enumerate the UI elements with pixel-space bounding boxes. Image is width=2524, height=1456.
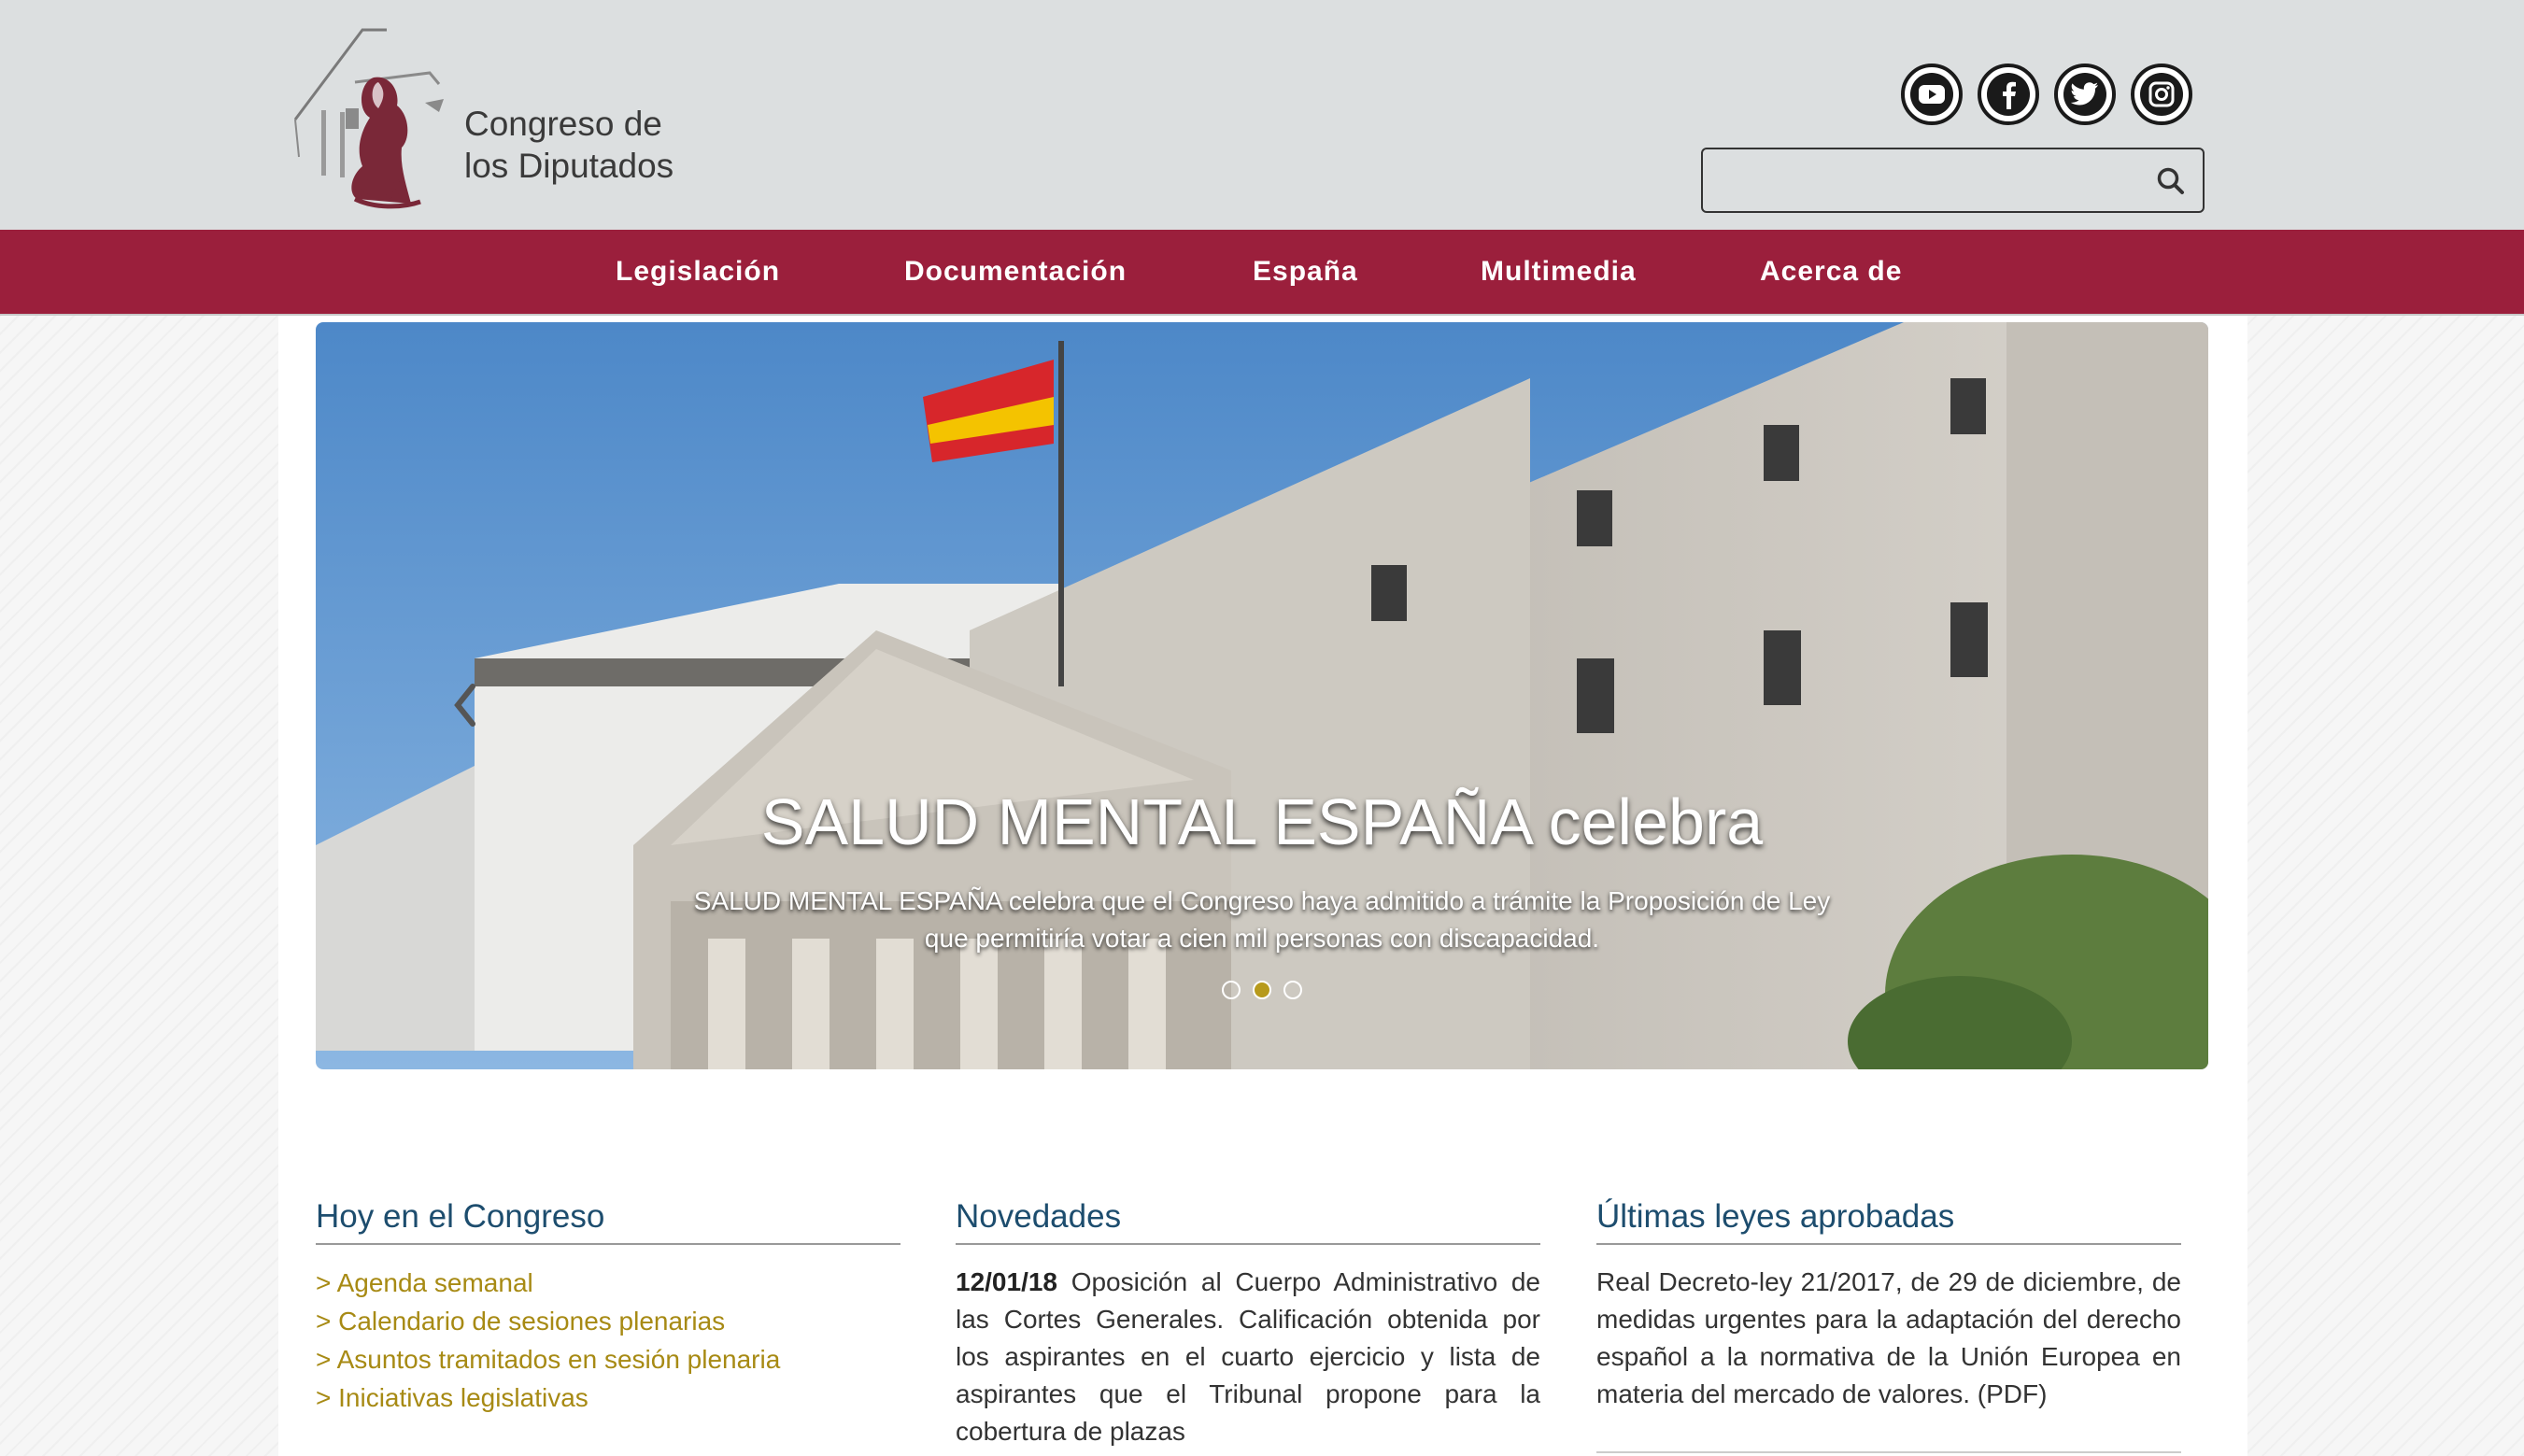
section-hoy-congreso: Hoy en el Congreso > Agenda semanal > Ca… bbox=[316, 1191, 900, 1417]
section-title: Novedades bbox=[956, 1191, 1540, 1245]
twitter-link[interactable] bbox=[2054, 64, 2116, 125]
section-novedades: Novedades 12/01/18 Oposición al Cuerpo A… bbox=[956, 1191, 1540, 1450]
novedad-date: 12/01/18 bbox=[956, 1267, 1057, 1296]
divider bbox=[1596, 1451, 2181, 1453]
section-title: Hoy en el Congreso bbox=[316, 1191, 900, 1245]
youtube-icon bbox=[1910, 73, 1953, 116]
slide-caption: SALUD MENTAL ESPAÑA celebra que el Congr… bbox=[693, 886, 1831, 953]
link-calendario-sesiones[interactable]: > Calendario de sesiones plenarias bbox=[316, 1302, 900, 1340]
nav-documentacion[interactable]: Documentación bbox=[904, 230, 1127, 314]
ley-item[interactable]: Real Decreto-ley 21/2017, de 29 de dicie… bbox=[1596, 1264, 2181, 1413]
carousel-dot-1[interactable] bbox=[1222, 981, 1241, 999]
instagram-link[interactable] bbox=[2131, 64, 2192, 125]
carousel-dot-3[interactable] bbox=[1283, 981, 1302, 999]
youtube-link[interactable] bbox=[1901, 64, 1963, 125]
novedad-item[interactable]: 12/01/18 Oposición al Cuerpo Administrat… bbox=[956, 1264, 1540, 1450]
link-asuntos-tramitados[interactable]: > Asuntos tramitados en sesión plenaria bbox=[316, 1340, 900, 1378]
link-iniciativas-legislativas[interactable]: > Iniciativas legislativas bbox=[316, 1378, 900, 1417]
twitter-icon bbox=[2063, 73, 2106, 116]
congreso-logo[interactable]: Congreso de los Diputados bbox=[290, 26, 682, 213]
carousel-prev-icon[interactable] bbox=[447, 677, 484, 733]
nav-espana[interactable]: España bbox=[1253, 230, 1358, 314]
slide-title[interactable]: SALUD MENTAL ESPAÑA celebra bbox=[316, 785, 2208, 859]
carousel-dot-2[interactable] bbox=[1253, 981, 1271, 999]
logo-line-2: los Diputados bbox=[464, 147, 674, 185]
site-header: Congreso de los Diputados bbox=[0, 0, 2524, 230]
facebook-link[interactable] bbox=[1978, 64, 2039, 125]
search-box bbox=[1701, 148, 2205, 213]
section-title: Últimas leyes aprobadas bbox=[1596, 1191, 2181, 1245]
facebook-icon bbox=[1987, 73, 2030, 116]
carousel-photo bbox=[316, 322, 2208, 1069]
nav-acerca-de[interactable]: Acerca de bbox=[1760, 230, 1902, 314]
nav-legislacion[interactable]: Legislación bbox=[616, 230, 780, 314]
search-button[interactable] bbox=[2152, 163, 2190, 200]
logo-line-1: Congreso de bbox=[464, 105, 662, 143]
carousel-indicators bbox=[1222, 981, 1306, 1003]
news-carousel[interactable]: SALUD MENTAL ESPAÑA celebra SALUD MENTAL… bbox=[316, 322, 2208, 1069]
link-agenda-semanal[interactable]: > Agenda semanal bbox=[316, 1264, 900, 1302]
search-input[interactable] bbox=[1714, 157, 2129, 205]
main-nav: Legislación Documentación España Multime… bbox=[0, 230, 2524, 316]
nav-multimedia[interactable]: Multimedia bbox=[1481, 230, 1637, 314]
search-icon bbox=[2157, 167, 2184, 194]
instagram-icon bbox=[2140, 73, 2183, 116]
section-ultimas-leyes: Últimas leyes aprobadas Real Decreto-ley… bbox=[1596, 1191, 2181, 1413]
logo-wordmark: Congreso de los Diputados bbox=[464, 103, 674, 187]
congreso-emblem-icon bbox=[293, 28, 444, 209]
